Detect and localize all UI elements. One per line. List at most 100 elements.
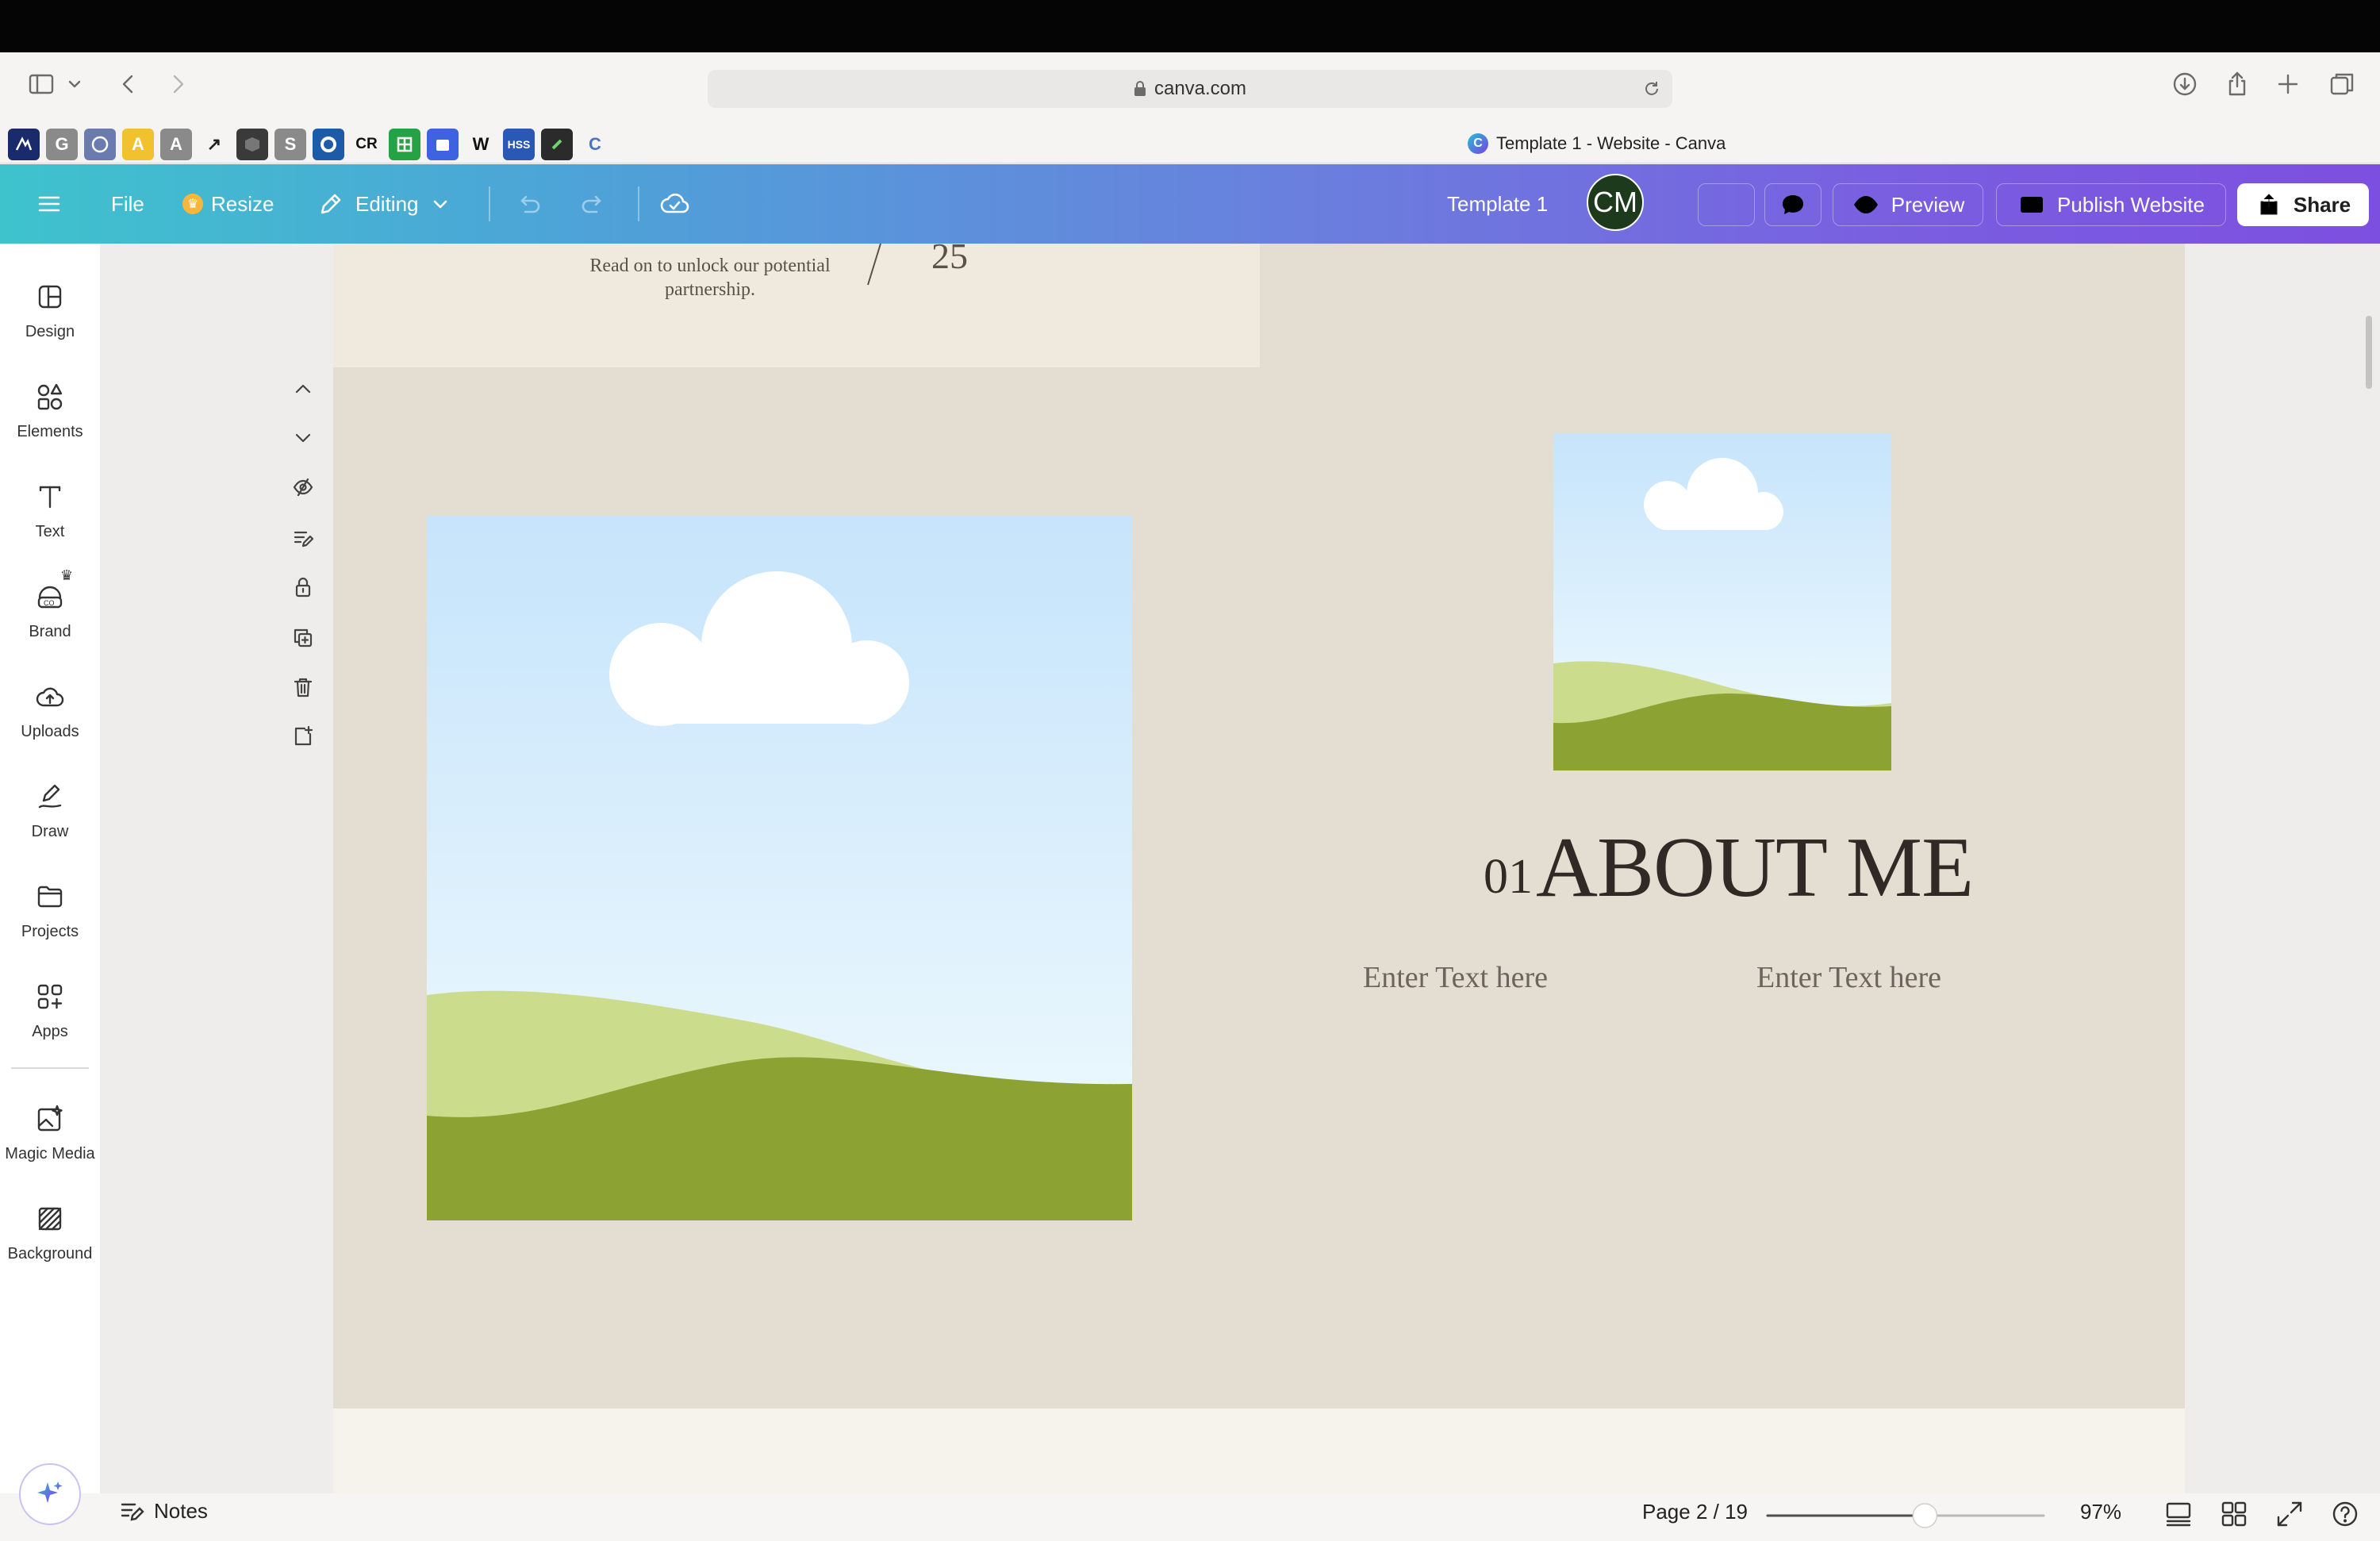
page-notes-icon[interactable] — [286, 521, 321, 555]
favorite-icon[interactable]: CR — [351, 129, 382, 160]
grid-view-icon[interactable] — [2220, 1500, 2250, 1530]
sidebar-item-text[interactable]: Text — [0, 467, 100, 555]
preview-button[interactable]: Preview — [1833, 183, 1983, 226]
notes-icon — [121, 1503, 144, 1521]
undo-icon[interactable] — [514, 164, 543, 244]
bar-chart-icon — [1713, 191, 1740, 218]
favorite-icon[interactable]: A — [122, 129, 154, 160]
active-tab[interactable]: C Template 1 - Website - Canva — [1468, 133, 1726, 154]
notes-button[interactable]: Notes — [119, 1498, 208, 1524]
sidebar-item-label: Design — [25, 322, 75, 340]
insights-button[interactable] — [1698, 183, 1755, 226]
left-sidebar: Design Elements Text CO Brand ♛ Uploads … — [0, 244, 100, 1541]
cloud-saved-icon[interactable] — [658, 164, 690, 244]
page-3[interactable] — [333, 1408, 2185, 1504]
delete-page-icon[interactable] — [286, 670, 321, 705]
editing-mode-dropdown[interactable]: Editing — [317, 164, 451, 244]
share-button[interactable]: Share — [2237, 183, 2369, 226]
zoom-level[interactable]: 97% — [2080, 1500, 2121, 1524]
landscape-image-small[interactable] — [1553, 433, 1891, 770]
favorite-icon[interactable]: G — [46, 129, 78, 160]
comments-button[interactable] — [1764, 183, 1821, 226]
move-page-down-icon[interactable] — [286, 421, 321, 455]
landscape-image-large[interactable] — [427, 516, 1132, 1220]
sidebar-item-background[interactable]: Background — [0, 1189, 100, 1277]
crown-icon: ♛ — [182, 194, 203, 214]
apps-icon — [37, 984, 63, 1009]
sidebar-item-magic-media[interactable]: Magic Media — [0, 1089, 100, 1177]
lock-icon — [1134, 81, 1146, 96]
sidebar-toggle-icon[interactable] — [25, 68, 57, 100]
favorite-icon[interactable] — [84, 129, 116, 160]
text-placeholder-right[interactable]: Enter Text here — [1756, 960, 1941, 995]
favorite-icon[interactable]: S — [274, 129, 306, 160]
back-arrow-icon[interactable] — [113, 68, 144, 100]
menu-icon[interactable] — [35, 164, 63, 244]
download-icon[interactable] — [2169, 68, 2201, 100]
design-icon — [38, 285, 62, 308]
page-view-icon[interactable] — [2164, 1500, 2194, 1530]
zoom-slider-handle[interactable] — [1912, 1503, 1938, 1528]
favorite-icon[interactable]: C — [579, 129, 611, 160]
sidebar-item-brand[interactable]: CO Brand — [0, 567, 100, 655]
sidebar-item-label: Elements — [17, 422, 83, 440]
page-indicator[interactable]: Page 2 / 19 — [1642, 1500, 1748, 1524]
reload-icon[interactable] — [1642, 79, 1661, 98]
favorite-icon[interactable] — [8, 129, 40, 160]
tab-title: Template 1 - Website - Canva — [1496, 133, 1726, 153]
about-heading[interactable]: 01 ABOUT ME — [1484, 820, 1974, 915]
fullscreen-icon[interactable] — [2275, 1500, 2305, 1530]
duplicate-page-icon[interactable] — [286, 621, 321, 655]
hide-page-icon[interactable] — [286, 470, 321, 505]
move-page-up-icon[interactable] — [286, 371, 321, 406]
svg-text:CO: CO — [44, 599, 55, 607]
sidebar-item-uploads[interactable]: Uploads — [0, 667, 100, 755]
favorite-icon[interactable]: ↗ — [198, 129, 230, 160]
notes-label: Notes — [154, 1498, 208, 1523]
page-1-number[interactable]: 25 — [931, 235, 968, 277]
forward-arrow-icon[interactable] — [162, 68, 194, 100]
preview-label: Preview — [1891, 192, 1965, 217]
address-bar[interactable]: canva.com — [708, 70, 1672, 108]
redo-icon[interactable] — [579, 164, 608, 244]
add-page-icon[interactable] — [286, 719, 321, 754]
tab-overview-icon[interactable] — [2326, 68, 2358, 100]
vertical-scrollbar[interactable] — [2366, 316, 2372, 389]
chevron-down-icon[interactable] — [65, 68, 84, 100]
favorite-icon[interactable]: A — [160, 129, 192, 160]
help-icon[interactable] — [2331, 1500, 2361, 1530]
document-title[interactable]: Template 1 — [1447, 164, 1548, 244]
zoom-slider[interactable] — [1766, 1502, 2045, 1529]
favorite-icon[interactable]: HSS — [503, 129, 535, 160]
editor-toolbar: File ♛ Resize Editing Template 1 Preview… — [0, 164, 2380, 393]
avatar[interactable]: CM — [1587, 174, 1644, 231]
favorite-icon[interactable] — [427, 129, 459, 160]
text-icon — [39, 486, 61, 508]
sidebar-item-projects[interactable]: Projects — [0, 867, 100, 955]
resize-button[interactable]: ♛ Resize — [182, 164, 274, 244]
text-placeholder-left[interactable]: Enter Text here — [1363, 960, 1548, 995]
file-menu[interactable]: File — [111, 164, 144, 244]
favorite-icon[interactable] — [389, 129, 420, 160]
favorite-icon[interactable] — [313, 129, 344, 160]
sidebar-item-apps[interactable]: Apps — [0, 967, 100, 1055]
new-tab-icon[interactable] — [2272, 68, 2304, 100]
sidebar-item-elements[interactable]: Elements — [0, 367, 100, 455]
lock-page-icon[interactable] — [286, 570, 321, 605]
about-number: 01 — [1484, 850, 1533, 904]
publish-website-button[interactable]: Publish Website — [1996, 183, 2226, 226]
favorite-icon[interactable] — [236, 129, 268, 160]
projects-icon — [37, 886, 63, 907]
favorite-icon[interactable] — [541, 129, 573, 160]
about-title: ABOUT ME — [1536, 820, 1974, 915]
sidebar-item-draw[interactable]: Draw — [0, 767, 100, 855]
sidebar-item-design[interactable]: Design — [0, 267, 100, 355]
share-page-icon[interactable] — [2221, 68, 2253, 100]
favorite-icon[interactable]: W — [465, 129, 497, 160]
page-1-body-text[interactable]: Read on to unlock our potential partners… — [571, 254, 849, 302]
magic-assistant-button[interactable] — [19, 1463, 81, 1525]
sidebar-item-label: Background — [7, 1244, 93, 1262]
share-label: Share — [2293, 192, 2351, 217]
magic-media-icon — [37, 1105, 63, 1131]
divider — [489, 186, 490, 221]
